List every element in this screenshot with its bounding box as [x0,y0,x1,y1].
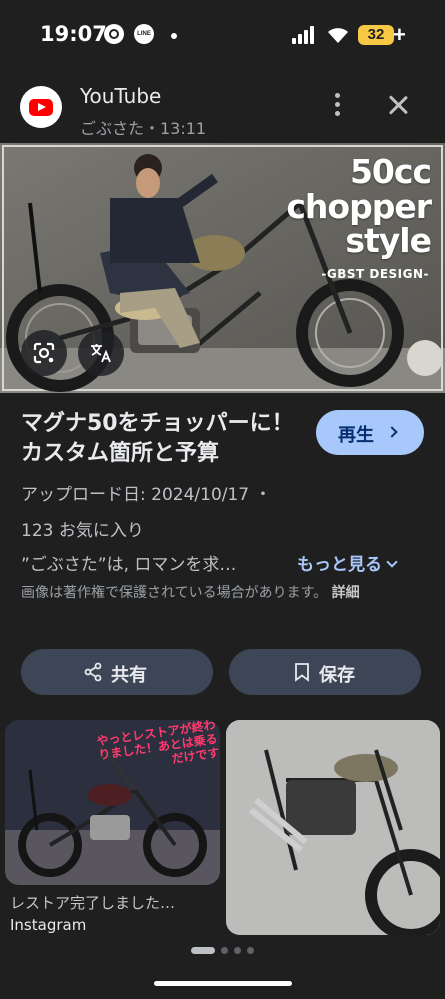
play-button[interactable]: 再生 [316,410,424,455]
status-bar: 19:07 LINE 32 + [0,0,445,70]
upload-date: アップロード日: 2024/10/17 ・ [21,485,272,505]
hero-subtitle: -GBST DESIGN- [321,267,429,281]
related-result-2[interactable] [226,720,440,935]
battery-icon: 32 [358,25,394,45]
hero-title-line3: style [345,221,432,261]
share-button[interactable]: 共有 [21,649,213,695]
copyright-notice: 画像は著作権で保護されている場合があります。 詳細 [21,582,401,605]
line-icon: LINE [134,24,154,44]
related-source: Instagram [10,916,87,934]
details-link[interactable]: 詳細 [332,585,360,601]
page-indicator [191,947,261,955]
video-title[interactable]: マグナ50をチョッパーに！カスタム箇所と予算 [21,409,301,469]
line-icon-label: LINE [137,31,151,37]
source-name[interactable]: YouTube [80,84,161,108]
youtube-icon [20,86,62,128]
chevron-right-icon [386,426,398,438]
translate-icon [91,344,111,363]
source-meta: ごぶさた・13:11 [80,119,207,138]
share-button-label: 共有 [111,665,147,686]
more-vert-icon[interactable] [328,92,346,118]
save-button[interactable]: 保存 [229,649,421,695]
chrome-icon [104,24,124,44]
translate-button[interactable] [78,330,124,376]
related-result-1[interactable]: やっとレストアが終わりました！あとは乗るだけです [5,720,220,885]
hero-title: 50cc chopper style [286,152,432,261]
copyright-text: 画像は著作権で保護されている場合があります。 [21,585,328,601]
play-button-label: 再生 [338,425,374,446]
chevron-down-icon [386,556,398,568]
lens-button[interactable] [21,330,67,376]
home-indicator[interactable] [154,981,292,986]
more-link[interactable]: もっと見る [297,550,398,575]
hero-title-line1: 50cc [349,152,432,191]
related-image-2 [226,720,440,935]
related-caption[interactable]: レストア完了しました… [10,892,215,913]
notification-dot-icon [171,33,177,39]
charging-plus-icon: + [393,22,406,47]
hero-title-line2: chopper [286,186,432,226]
signal-icon [292,26,318,44]
favorites-count: 123 お気に入り [21,521,144,541]
description-snippet: ”ごぶさた”は, ロマンを求… [21,555,237,575]
battery-level: 32 [367,26,385,43]
status-time: 19:07 [40,22,107,46]
close-icon[interactable] [386,93,410,117]
wifi-icon [325,24,351,44]
share-icon [84,662,102,682]
lens-icon [33,342,55,364]
more-link-label: もっと見る [297,555,382,575]
save-button-label: 保存 [319,665,355,686]
bookmark-icon [295,663,309,682]
